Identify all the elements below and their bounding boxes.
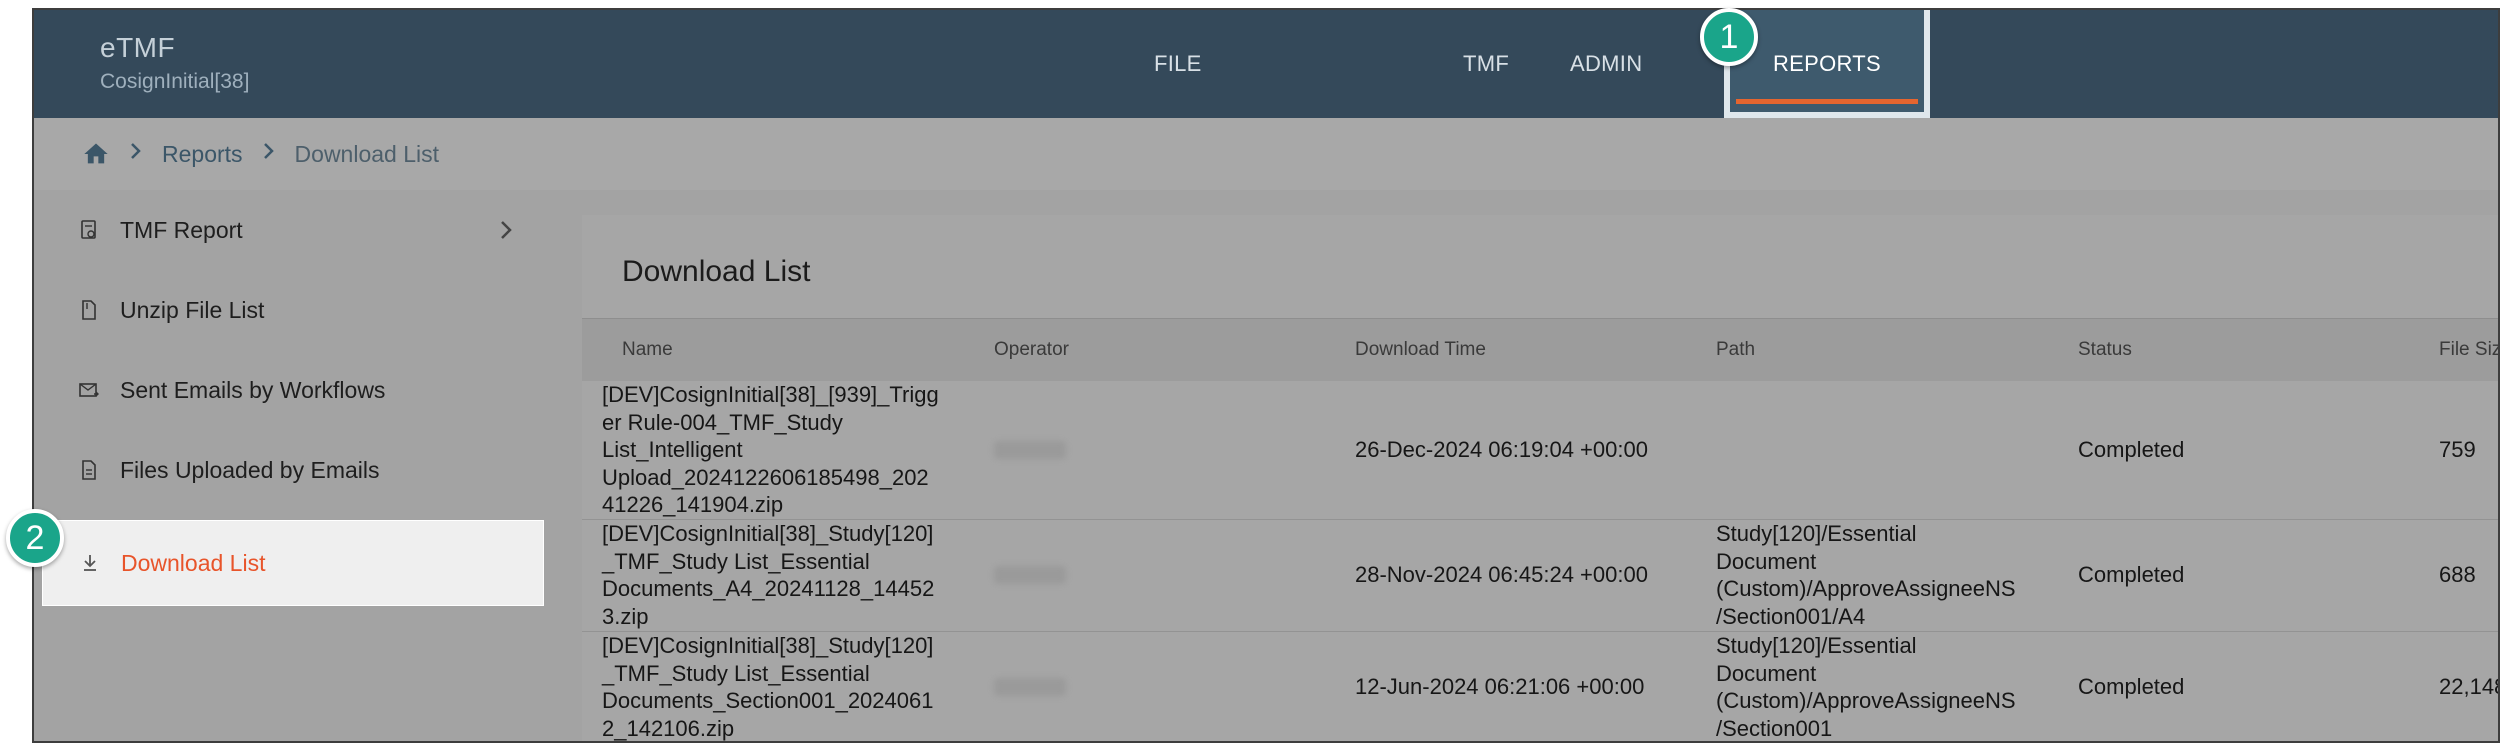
- mail-icon: [78, 379, 100, 401]
- cell-path: Study[120]/Essential Document (Custom)/A…: [1716, 520, 2056, 630]
- breadcrumb: Reports Download List: [82, 118, 439, 190]
- nav-tmf[interactable]: TMF: [1463, 10, 1509, 118]
- sidebar-item-unzip-file-list[interactable]: Unzip File List: [42, 270, 544, 350]
- cell-status: Completed: [2078, 437, 2185, 462]
- path-line: (Custom)/ApproveAssigneeNS: [1716, 688, 2016, 713]
- table-row[interactable]: [DEV]CosignInitial[38]_Study[120] _TMF_S…: [582, 520, 2498, 632]
- path-line: Document: [1716, 548, 1817, 574]
- name-line: er Rule-004_TMF_Study: [602, 409, 843, 435]
- cell-path: Study[120]/Essential Document (Custom)/A…: [1716, 632, 2056, 741]
- path-line: Document: [1716, 660, 1817, 686]
- name-line: 41226_141904.zip: [602, 492, 784, 517]
- path-line: /Section001: [1716, 715, 1833, 741]
- name-line: Upload_2024122606185498_202: [602, 464, 929, 490]
- table-row[interactable]: [DEV]CosignInitial[38]_[939]_Trigg er Ru…: [582, 381, 2498, 520]
- chevron-right-icon: [128, 140, 144, 168]
- download-icon: [79, 552, 101, 574]
- path-line: /Section001/A4: [1716, 603, 1866, 629]
- cell-file-size: 22,148: [2439, 674, 2500, 699]
- operator-redacted: [994, 566, 1066, 584]
- name-line: _TMF_Study List_Essential: [602, 660, 870, 686]
- name-line: List_Intelligent: [602, 437, 743, 462]
- sidebar-item-tmf-report[interactable]: TMF Report: [42, 190, 544, 270]
- study-name: CosignInitial[38]: [100, 70, 250, 93]
- name-line: 3.zip: [602, 603, 649, 629]
- column-header-file-size[interactable]: File Size (: [2439, 319, 2498, 381]
- cell-file-size: 688: [2439, 562, 2476, 587]
- sidebar-item-label: Unzip File List: [120, 296, 265, 323]
- name-line: _TMF_Study List_Essential: [602, 548, 870, 574]
- name-line: Documents_Section001_2024061: [602, 688, 934, 713]
- sidebar-item-files-uploaded-by-emails[interactable]: Files Uploaded by Emails: [42, 430, 544, 510]
- cell-download-time: 28-Nov-2024 06:45:24 +00:00: [1355, 562, 1648, 587]
- cell-name: [DEV]CosignInitial[38]_[939]_Trigg er Ru…: [602, 381, 962, 519]
- home-icon[interactable]: [82, 140, 110, 168]
- operator-redacted: [994, 441, 1066, 459]
- cell-download-time: 26-Dec-2024 06:19:04 +00:00: [1355, 437, 1648, 462]
- breadcrumb-reports[interactable]: Reports: [162, 141, 243, 168]
- cell-name: [DEV]CosignInitial[38]_Study[120] _TMF_S…: [602, 632, 962, 741]
- breadcrumb-bar: Reports Download List: [34, 118, 2498, 190]
- column-header-name[interactable]: Name: [622, 319, 673, 381]
- sidebar-item-download-list[interactable]: Download List: [42, 520, 544, 606]
- sidebar-item-label: Download List: [121, 549, 266, 576]
- sidebar-item-label: TMF Report: [120, 216, 243, 243]
- table-header: Name Operator Download Time Path Status …: [582, 318, 2498, 382]
- document-icon: [78, 459, 100, 481]
- column-header-download-time[interactable]: Download Time: [1355, 319, 1486, 381]
- page-title: Download List: [622, 255, 811, 288]
- top-navbar: eTMF CosignInitial[38] FILE MANAGEMENT T…: [34, 10, 2498, 184]
- breadcrumb-current: Download List: [294, 140, 440, 167]
- name-line: 2_142106.zip: [602, 715, 735, 741]
- active-tab-indicator: [1736, 99, 1918, 104]
- chevron-right-icon: [261, 140, 277, 168]
- annotation-badge-2: 2: [6, 509, 64, 567]
- cell-status: Completed: [2078, 674, 2185, 699]
- file-icon: [78, 299, 100, 321]
- path-line: Study[120]/Essential: [1716, 521, 1917, 546]
- nav-reports-label: REPORTS: [1772, 51, 1882, 76]
- path-line: (Custom)/ApproveAssigneeNS: [1716, 576, 2016, 601]
- report-icon: [78, 219, 100, 241]
- cell-download-time: 12-Jun-2024 06:21:06 +00:00: [1355, 674, 1645, 699]
- name-line: [DEV]CosignInitial[38]_[939]_Trigg: [602, 382, 939, 407]
- name-line: [DEV]CosignInitial[38]_Study[120]: [602, 633, 934, 658]
- brand: eTMF CosignInitial[38]: [100, 32, 249, 94]
- column-header-status[interactable]: Status: [2078, 319, 2132, 381]
- operator-redacted: [994, 678, 1066, 696]
- name-line: Documents_A4_20241128_14452: [602, 576, 935, 601]
- app-title: eTMF: [100, 32, 176, 63]
- column-header-operator[interactable]: Operator: [994, 319, 1069, 381]
- nav-admin[interactable]: ADMIN: [1570, 10, 1642, 118]
- name-line: [DEV]CosignInitial[38]_Study[120]: [602, 521, 934, 546]
- sidebar-item-label: Files Uploaded by Emails: [120, 456, 380, 483]
- sidebar-item-sent-emails[interactable]: Sent Emails by Workflows: [42, 350, 544, 430]
- app-window: eTMF CosignInitial[38] FILE MANAGEMENT T…: [32, 8, 2500, 743]
- cell-name: [DEV]CosignInitial[38]_Study[120] _TMF_S…: [602, 520, 962, 630]
- column-header-path[interactable]: Path: [1716, 319, 1755, 381]
- download-list-panel: Download List Name Operator Download Tim…: [582, 215, 2500, 741]
- annotation-badge-1: 1: [1700, 8, 1758, 66]
- sidebar-item-label: Sent Emails by Workflows: [120, 376, 386, 403]
- cell-status: Completed: [2078, 562, 2185, 587]
- chevron-right-icon: [492, 216, 520, 244]
- nav-file-management[interactable]: FILE MANAGEMENT: [1154, 10, 1315, 184]
- sidebar: TMF Report Unzip File List Sent Emails b…: [34, 190, 554, 741]
- table-row[interactable]: [DEV]CosignInitial[38]_Study[120] _TMF_S…: [582, 632, 2500, 741]
- path-line: Study[120]/Essential: [1716, 633, 1917, 658]
- cell-file-size: 759: [2439, 437, 2476, 462]
